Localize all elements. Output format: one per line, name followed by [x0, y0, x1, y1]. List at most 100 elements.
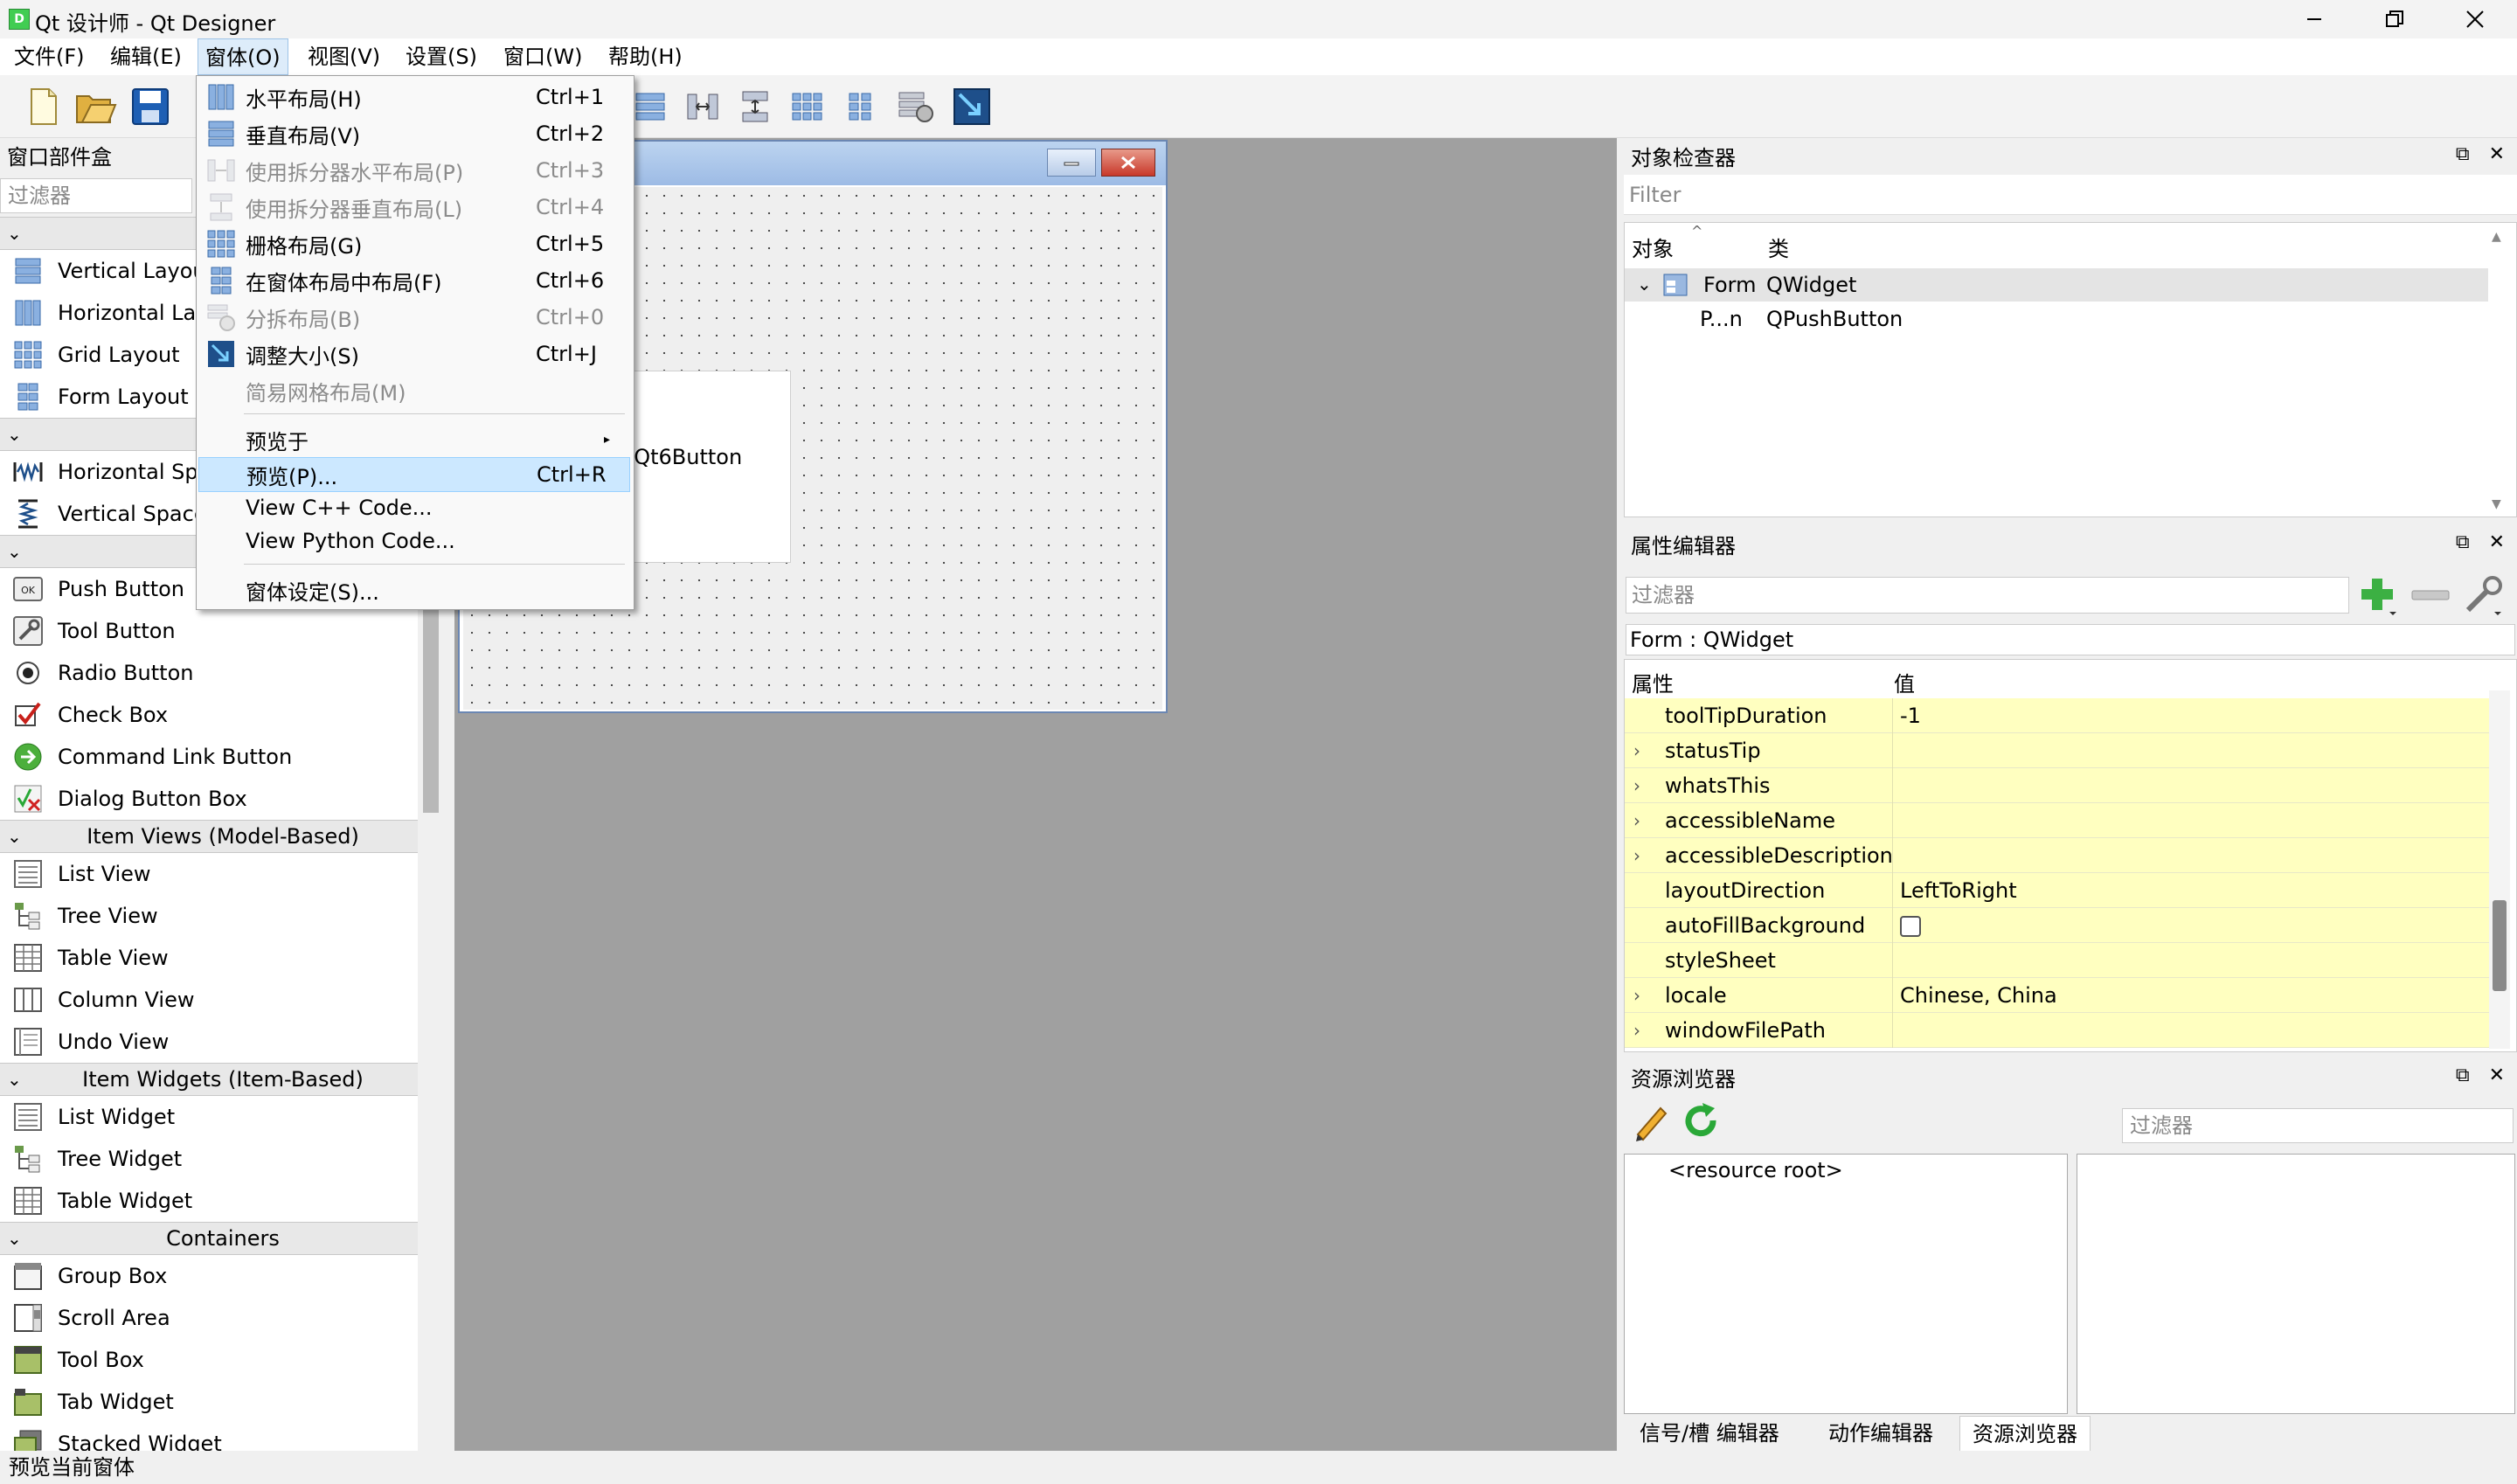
widgetbox-filter-input[interactable]: 过滤器 — [0, 178, 192, 213]
property-row[interactable]: › accessibleName — [1625, 802, 2490, 838]
menu-item[interactable]: View C++ Code... — [198, 490, 630, 525]
add-property-button[interactable] — [2356, 573, 2400, 617]
property-value[interactable]: LeftToRight — [1892, 872, 2490, 908]
scroll-up-icon[interactable]: ▲ — [2492, 230, 2501, 244]
menu-item[interactable]: 使用拆分器垂直布局(L) Ctrl+4 — [198, 190, 630, 225]
chevron-right-icon[interactable]: › — [1625, 810, 1649, 831]
col-value-header[interactable]: 值 — [1894, 667, 1915, 697]
menu-item[interactable]: 栅格布局(G) Ctrl+5 — [198, 226, 630, 261]
widgetbox-category[interactable]: ⌄ Containers — [0, 1222, 418, 1255]
configure-button[interactable] — [2461, 573, 2505, 617]
property-row[interactable]: layoutDirection LeftToRight — [1625, 872, 2490, 908]
resource-root-item[interactable]: <resource root> — [1668, 1158, 1843, 1182]
toolbar-grid-layout[interactable] — [783, 82, 832, 131]
toolbar-adjust-size[interactable] — [947, 82, 996, 131]
edit-resources-button[interactable] — [1629, 1099, 1673, 1143]
widgetbox-item[interactable]: Scroll Area — [0, 1297, 418, 1339]
property-row[interactable]: › locale Chinese, China — [1625, 977, 2490, 1013]
widgetbox-category[interactable]: ⌄ Item Views (Model-Based) — [0, 820, 418, 853]
new-file-button[interactable] — [19, 82, 68, 131]
toolbar-break-layout[interactable] — [891, 82, 940, 131]
widgetbox-item[interactable]: Undo View — [0, 1021, 418, 1063]
menu-item[interactable]: 水平布局(H) Ctrl+1 — [198, 80, 630, 114]
widgetbox-item[interactable]: List Widget — [0, 1096, 418, 1138]
property-filter-input[interactable]: 过滤器 — [1626, 577, 2349, 614]
property-scrollbar[interactable] — [2489, 690, 2510, 1049]
widgetbox-scroll-thumb[interactable] — [423, 594, 439, 813]
widgetbox-item[interactable]: Tree View — [0, 895, 418, 937]
tree-row-form[interactable]: ⌄ Form QWidget — [1625, 268, 2488, 302]
float-icon[interactable]: ⧉ — [2456, 531, 2470, 553]
chevron-right-icon[interactable]: › — [1625, 775, 1649, 796]
widgetbox-item[interactable]: Table Widget — [0, 1180, 418, 1222]
property-row[interactable]: autoFillBackground — [1625, 907, 2490, 943]
toolbar-form-layout[interactable] — [836, 82, 884, 131]
property-row[interactable]: › accessibleDescription — [1625, 837, 2490, 873]
close-icon[interactable]: ✕ — [2489, 1064, 2505, 1086]
menu-item[interactable]: 在窗体布局中布局(F) Ctrl+6 — [198, 263, 630, 298]
menu-edit[interactable]: 编辑(E) — [103, 38, 189, 75]
menu-form[interactable]: 窗体(O) — [198, 38, 288, 75]
float-icon[interactable]: ⧉ — [2456, 143, 2470, 165]
object-tree-scrollbar[interactable]: ▲ ▼ — [2486, 226, 2507, 515]
menu-item[interactable]: 分拆布局(B) Ctrl+0 — [198, 300, 630, 335]
close-button[interactable] — [2435, 0, 2515, 38]
col-property-header[interactable]: 属性 — [1632, 667, 1674, 697]
menu-item[interactable]: 垂直布局(V) Ctrl+2 — [198, 116, 630, 151]
property-value[interactable]: Chinese, China — [1892, 977, 2490, 1013]
widgetbox-item[interactable]: Tool Box — [0, 1339, 418, 1381]
object-inspector-filter[interactable]: Filter — [1624, 175, 2517, 215]
tab-action-editor[interactable]: 动作编辑器 — [1816, 1416, 1945, 1451]
col-object-header[interactable]: 对象 — [1632, 232, 1674, 262]
widgetbox-category[interactable]: ⌄ Item Widgets (Item-Based) — [0, 1063, 418, 1096]
property-value[interactable]: -1 — [1892, 697, 2490, 733]
form-close-button[interactable] — [1101, 149, 1155, 177]
float-icon[interactable]: ⧉ — [2456, 1064, 2470, 1086]
property-value[interactable] — [1892, 732, 2490, 768]
menu-file[interactable]: 文件(F) — [7, 38, 92, 75]
menu-item[interactable]: 预览(P)... Ctrl+R — [198, 457, 630, 492]
property-value[interactable] — [1892, 907, 2490, 943]
widgetbox-item[interactable]: Check Box — [0, 694, 418, 736]
menu-window[interactable]: 窗口(W) — [496, 38, 589, 75]
scroll-down-icon[interactable]: ▼ — [2492, 497, 2501, 511]
property-row[interactable]: toolTipDuration -1 — [1625, 697, 2490, 733]
property-value[interactable] — [1892, 767, 2490, 803]
widgetbox-item[interactable]: Command Link Button — [0, 736, 418, 778]
tree-row-button[interactable]: P...n QPushButton — [1625, 303, 2488, 336]
property-row[interactable]: › windowFilePath — [1625, 1012, 2490, 1048]
property-row[interactable]: › statusTip — [1625, 732, 2490, 768]
menu-help[interactable]: 帮助(H) — [601, 38, 690, 75]
close-icon[interactable]: ✕ — [2489, 143, 2505, 165]
property-scroll-thumb[interactable] — [2493, 900, 2507, 991]
widgetbox-item[interactable]: Table View — [0, 937, 418, 979]
minimize-button[interactable] — [2274, 0, 2354, 38]
menu-item[interactable]: 调整大小(S) Ctrl+J — [198, 336, 630, 371]
widgetbox-item[interactable]: Column View — [0, 979, 418, 1021]
expand-chevron-icon[interactable]: ⌄ — [1637, 274, 1652, 295]
toolbar-vsplitter[interactable] — [731, 82, 780, 131]
tab-signal-slot-editor[interactable]: 信号/槽 编辑器 — [1627, 1416, 1792, 1451]
menu-item[interactable]: 使用拆分器水平布局(P) Ctrl+3 — [198, 153, 630, 188]
open-file-button[interactable] — [72, 82, 121, 131]
property-row[interactable]: styleSheet — [1625, 942, 2490, 978]
property-row[interactable]: › whatsThis — [1625, 767, 2490, 803]
resource-filter-input[interactable]: 过滤器 — [2122, 1108, 2514, 1143]
property-value[interactable] — [1892, 837, 2490, 873]
chevron-right-icon[interactable]: › — [1625, 845, 1649, 866]
property-value[interactable] — [1892, 802, 2490, 838]
save-button[interactable] — [126, 82, 175, 131]
checkbox[interactable] — [1900, 915, 1921, 937]
restore-button[interactable] — [2354, 0, 2435, 38]
menu-settings[interactable]: 设置(S) — [399, 38, 484, 75]
property-value[interactable] — [1892, 942, 2490, 978]
chevron-right-icon[interactable]: › — [1625, 740, 1649, 761]
widgetbox-item[interactable]: Group Box — [0, 1255, 418, 1297]
widgetbox-item[interactable]: List View — [0, 853, 418, 895]
menu-item[interactable]: 预览于 ▸ — [198, 422, 630, 457]
form-minimize-button[interactable] — [1047, 149, 1096, 177]
tab-resource-browser[interactable]: 资源浏览器 — [1959, 1416, 2091, 1451]
widgetbox-item[interactable]: Dialog Button Box — [0, 778, 418, 820]
widgetbox-item[interactable]: Tool Button — [0, 610, 418, 652]
menu-view[interactable]: 视图(V) — [301, 38, 387, 75]
